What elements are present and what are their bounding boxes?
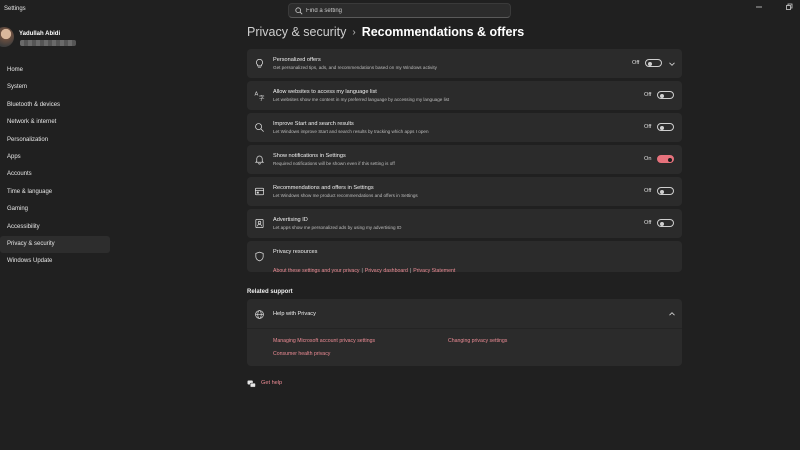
- sidebar-item-system[interactable]: System: [0, 79, 110, 96]
- privacy-resources-card: Privacy resources About these settings a…: [247, 241, 682, 274]
- user-profile[interactable]: Yadullah Abidi: [0, 26, 120, 54]
- sidebar-item-apps[interactable]: Apps: [0, 149, 110, 166]
- search-box[interactable]: [288, 3, 511, 18]
- shield-icon: [255, 251, 264, 262]
- chat-help-icon: [247, 380, 256, 388]
- toggle-knob: [660, 221, 664, 226]
- sidebar-item-bluetooth-devices[interactable]: Bluetooth & devices: [0, 97, 110, 114]
- chevron-down-icon[interactable]: [668, 60, 676, 68]
- setting-description: Required notifications will be shown eve…: [273, 161, 395, 166]
- toggle-state-label: On: [644, 156, 652, 162]
- help-with-privacy-title: Help with Privacy: [273, 311, 316, 317]
- support-link-changing-privacy[interactable]: Changing privacy settings: [448, 338, 507, 344]
- restore-icon[interactable]: [782, 2, 796, 12]
- sidebar-item-windows-update[interactable]: Windows Update: [0, 253, 110, 270]
- recommendations-icon: [255, 187, 264, 196]
- toggle-state-label: Off: [644, 220, 652, 226]
- privacy-resources-links: About these settings and your privacy | Pr…: [273, 259, 455, 277]
- chevron-up-icon[interactable]: [668, 310, 676, 318]
- setting-language-list[interactable]: A 字 Allow websites to access my language…: [247, 81, 682, 110]
- toggle-switch[interactable]: [657, 155, 674, 163]
- help-with-privacy-card: Help with Privacy Managing Microsoft acc…: [247, 299, 682, 366]
- sidebar-item-accounts[interactable]: Accounts: [0, 166, 110, 183]
- toggle-switch[interactable]: [657, 91, 674, 99]
- user-email-blurred: [20, 40, 76, 46]
- setting-description: Get personalized tips, ads, and recommen…: [273, 65, 437, 70]
- sidebar-item-network-internet[interactable]: Network & internet: [0, 114, 110, 131]
- page-title: Recommendations & offers: [361, 25, 525, 39]
- setting-title: Recommendations and offers in Settings: [273, 185, 374, 191]
- avatar: [0, 27, 14, 47]
- globe-icon: [255, 310, 264, 319]
- sidebar-item-home[interactable]: Home: [0, 62, 110, 79]
- setting-description: Let Windows show me product recommendati…: [273, 193, 418, 198]
- toggle-knob: [668, 157, 672, 162]
- setting-advertising-id[interactable]: Advertising ID Let apps show me personal…: [247, 209, 682, 238]
- toggle-switch[interactable]: [657, 187, 674, 195]
- svg-text:A: A: [254, 92, 258, 98]
- language-icon: A 字: [254, 92, 265, 102]
- privacy-link-statement[interactable]: Privacy Statement: [413, 268, 455, 274]
- setting-recommendations-offers[interactable]: Recommendations and offers in Settings L…: [247, 177, 682, 206]
- toggle-switch[interactable]: [645, 59, 662, 67]
- toggle-switch[interactable]: [657, 219, 674, 227]
- toggle-knob: [660, 93, 664, 98]
- sidebar-item-time-language[interactable]: Time & language: [0, 184, 110, 201]
- breadcrumb: Privacy & security › Recommendations & off…: [247, 25, 524, 41]
- get-help-label: Get help: [261, 380, 283, 386]
- breadcrumb-parent[interactable]: Privacy & security: [247, 25, 346, 39]
- setting-show-notifications[interactable]: Show notifications in Settings Required …: [247, 145, 682, 174]
- sidebar-item-privacy-security[interactable]: Privacy & security: [0, 235, 110, 254]
- toggle-knob: [660, 189, 664, 194]
- setting-title: Advertising ID: [273, 217, 308, 223]
- minimize-icon[interactable]: [752, 2, 766, 12]
- toggle-state-label: Off: [632, 60, 640, 66]
- search-icon: [255, 123, 264, 132]
- help-with-privacy-header[interactable]: Help with Privacy: [247, 299, 682, 329]
- toggle-knob: [648, 61, 652, 66]
- toggle-state-label: Off: [644, 124, 652, 130]
- toggle-switch[interactable]: [657, 123, 674, 131]
- sidebar-item-personalization[interactable]: Personalization: [0, 132, 110, 149]
- setting-description: Let Windows improve Start and search res…: [273, 129, 429, 134]
- sidebar-item-accessibility[interactable]: Accessibility: [0, 219, 110, 236]
- privacy-link-dashboard[interactable]: Privacy dashboard: [365, 268, 408, 274]
- svg-text:字: 字: [259, 94, 265, 101]
- setting-personalized-offers[interactable]: Personalized offers Get personalized tip…: [247, 49, 682, 78]
- link-separator: |: [361, 268, 363, 274]
- app-title: Settings: [4, 6, 26, 12]
- toggle-knob: [660, 125, 664, 130]
- title-bar: Settings: [0, 0, 800, 22]
- setting-description: Let websites show me content in my prefe…: [273, 97, 450, 102]
- setting-title: Personalized offers: [273, 57, 321, 63]
- support-link-account-privacy[interactable]: Managing Microsoft account privacy setti…: [273, 338, 375, 344]
- setting-title: Show notifications in Settings: [273, 153, 346, 159]
- privacy-link-about[interactable]: About these settings and your privacy: [273, 268, 360, 274]
- search-input[interactable]: [306, 5, 501, 16]
- toggle-state-label: Off: [644, 92, 652, 98]
- related-support-heading: Related support: [247, 289, 293, 295]
- toggle-state-label: Off: [644, 188, 652, 194]
- advertising-id-icon: [255, 219, 264, 228]
- user-name: Yadullah Abidi: [19, 31, 61, 37]
- bell-icon: [254, 155, 265, 165]
- breadcrumb-separator: ›: [352, 27, 356, 38]
- setting-improve-start-search[interactable]: Improve Start and search results Let Win…: [247, 113, 682, 142]
- link-separator: |: [409, 268, 412, 274]
- setting-title: Improve Start and search results: [273, 121, 354, 127]
- sidebar-nav: Home System Bluetooth & devices Network …: [0, 62, 110, 271]
- privacy-resources-title: Privacy resources: [273, 249, 318, 255]
- support-link-consumer-health[interactable]: Consumer health privacy: [273, 351, 330, 357]
- setting-title: Allow websites to access my language lis…: [273, 89, 377, 95]
- search-icon: [295, 7, 303, 15]
- lightbulb-icon: [256, 59, 263, 68]
- setting-description: Let apps show me personalized ads by usi…: [273, 225, 402, 230]
- sidebar-item-gaming[interactable]: Gaming: [0, 201, 110, 218]
